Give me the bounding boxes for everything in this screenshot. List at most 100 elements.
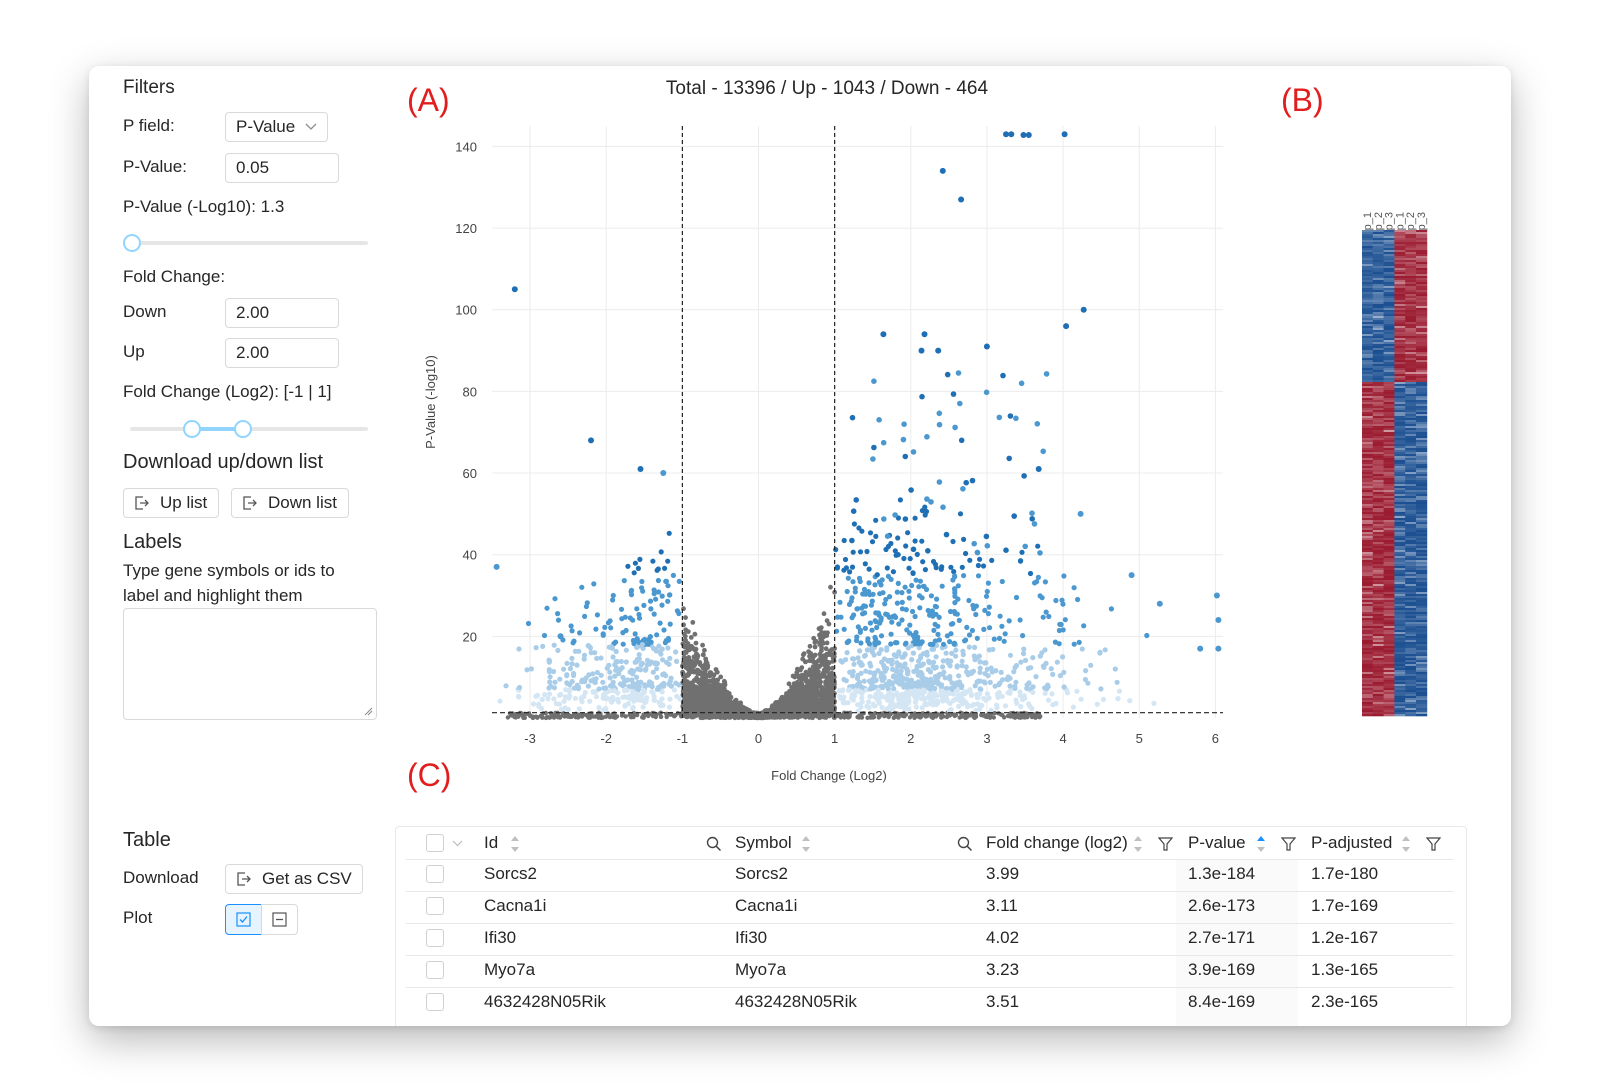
data-point — [577, 630, 583, 636]
heatmap-cell — [1372, 296, 1384, 299]
data-point — [844, 650, 850, 656]
data-point — [935, 631, 941, 638]
heatmap-cell — [1362, 302, 1374, 305]
heatmap-cell — [1394, 282, 1406, 285]
data-point — [936, 614, 942, 620]
data-point — [797, 676, 802, 681]
data-point — [845, 687, 852, 694]
data-point — [571, 638, 577, 644]
data-point — [846, 715, 851, 720]
data-point — [914, 691, 920, 697]
data-point — [967, 557, 973, 563]
data-point — [878, 693, 884, 700]
heatmap-cell — [1383, 240, 1395, 243]
data-point — [809, 711, 814, 716]
data-point — [866, 566, 872, 572]
data-point — [866, 580, 872, 586]
data-point — [1022, 657, 1029, 664]
heatmap-cell — [1362, 286, 1374, 289]
heatmap-cell — [1416, 284, 1428, 287]
data-point — [824, 687, 830, 693]
data-point — [936, 410, 943, 417]
data-point — [1056, 641, 1062, 647]
data-point — [974, 635, 980, 641]
data-point — [894, 589, 900, 595]
data-point — [928, 499, 934, 505]
data-point — [928, 593, 935, 599]
heatmap-cell — [1362, 270, 1374, 273]
data-point — [907, 622, 913, 628]
heatmap-cell — [1383, 300, 1395, 303]
data-point — [1005, 677, 1011, 683]
data-point — [920, 559, 926, 565]
data-point — [891, 613, 898, 619]
data-point — [849, 595, 855, 601]
heatmap-cell — [1383, 274, 1395, 277]
data-point — [961, 536, 967, 542]
heatmap-cell — [1362, 284, 1374, 287]
data-point — [810, 684, 815, 689]
heatmap-cell — [1362, 332, 1374, 335]
data-point — [922, 512, 928, 518]
data-point — [878, 633, 885, 639]
data-point — [902, 453, 909, 460]
heatmap-cell — [1362, 292, 1374, 295]
data-point — [869, 647, 875, 653]
heatmap-cell — [1416, 244, 1428, 247]
data-point — [700, 642, 705, 648]
data-point — [1042, 647, 1048, 653]
heatmap-cell — [1405, 248, 1417, 251]
data-point — [588, 650, 594, 656]
data-point — [644, 662, 651, 668]
heatmap-cell — [1416, 310, 1428, 313]
heatmap-cell — [1394, 310, 1406, 313]
data-point — [1007, 683, 1013, 689]
heatmap-cell — [1362, 256, 1374, 259]
data-point — [555, 611, 561, 617]
data-point — [667, 621, 673, 627]
data-point — [1040, 614, 1046, 620]
heatmap-cell — [1383, 296, 1395, 299]
heatmap-cell — [1416, 342, 1428, 345]
heatmap-cell — [1383, 310, 1395, 313]
data-point — [857, 629, 863, 635]
data-point — [551, 642, 557, 648]
x-tick-label: -2 — [600, 731, 612, 746]
data-point — [676, 682, 682, 688]
data-point — [851, 521, 858, 527]
data-point — [647, 598, 654, 604]
heatmap-cell — [1416, 238, 1428, 241]
data-point — [801, 651, 807, 656]
data-point — [947, 639, 953, 645]
data-point — [983, 343, 990, 350]
data-point — [557, 676, 563, 682]
data-point — [950, 538, 956, 545]
data-point — [842, 556, 849, 563]
heatmap-cell — [1416, 344, 1428, 347]
data-point — [717, 683, 723, 688]
heatmap[interactable]: Dox_day_3__Rep_1Dox_day_3__Rep_2Dox_day_… — [1329, 76, 1459, 726]
data-point — [883, 695, 889, 701]
heatmap-cell — [1405, 354, 1417, 357]
heatmap-cell — [1383, 234, 1395, 237]
heatmap-cell — [1383, 322, 1395, 325]
heatmap-cell — [1405, 234, 1417, 237]
data-point — [705, 663, 711, 669]
heatmap-cell — [1362, 296, 1374, 299]
data-point — [697, 669, 703, 675]
data-point — [886, 678, 892, 685]
volcano-plot[interactable]: Total - 13396 / Up - 1043 / Down - 464-3… — [89, 66, 1359, 796]
heatmap-cell — [1362, 340, 1374, 343]
data-point — [1061, 131, 1068, 138]
heatmap-cell — [1383, 356, 1395, 359]
data-point — [921, 696, 927, 702]
heatmap-cell — [1416, 354, 1428, 357]
data-point — [591, 581, 597, 587]
heatmap-cell — [1372, 274, 1384, 277]
data-point — [902, 516, 909, 522]
data-point — [1030, 689, 1036, 696]
data-point — [1074, 688, 1080, 694]
data-point — [625, 563, 631, 569]
data-point — [934, 698, 941, 704]
data-point — [944, 371, 951, 378]
